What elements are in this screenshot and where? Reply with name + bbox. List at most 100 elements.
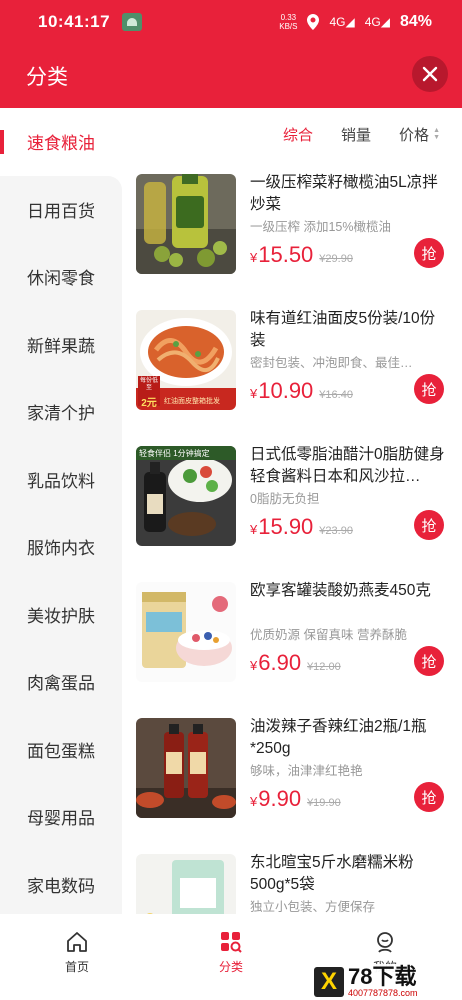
signal-label: 4G	[364, 15, 381, 29]
price-value: 15.90	[258, 514, 314, 539]
status-right: 0.33 KB/S 4G◢ 4G◢ 84%	[279, 13, 446, 31]
category-sidebar: 速食粮油 日用百货 休闲零食 新鲜果蔬 家清个护 乳品饮料 服饰内衣 美妆护肤 …	[0, 108, 122, 918]
watermark-logo: X	[314, 967, 344, 997]
price-currency: ¥	[250, 794, 258, 809]
product-image-yogurt-oats	[136, 582, 236, 682]
sidebar-item-baby[interactable]: 母婴用品	[0, 783, 122, 851]
product-image-dressing: 轻食伴侣 1分钟搞定	[136, 446, 236, 546]
product-subtitle: 独立小包装、方便保存	[250, 900, 376, 914]
sidebar-item-label: 面包蛋糕	[27, 741, 95, 761]
close-button[interactable]	[412, 56, 448, 92]
price-currency: ¥	[250, 386, 258, 401]
sidebar-item-label: 休闲零食	[27, 269, 95, 289]
grab-button[interactable]: 抢	[414, 238, 444, 268]
status-time: 10:41:17	[38, 12, 111, 31]
sort-arrows-icon: ▲ ▼	[433, 127, 440, 141]
sidebar-item-electronics[interactable]: 家电数码	[0, 850, 122, 918]
sort-price[interactable]: 价格 ▲ ▼	[399, 124, 440, 145]
product-subtitle: 够味，油津津红艳艳	[250, 764, 363, 778]
sidebar-item-instant-food[interactable]: 速食粮油	[0, 108, 122, 176]
product-item[interactable]: 轻食伴侣 1分钟搞定 日式低零脂油醋汁0脂肪健身轻食酱料日本和风沙拉… 0脂肪无…	[122, 432, 462, 568]
product-item[interactable]: 欧享客罐装酸奶燕麦450克 优质奶源 保留真味 营养酥脆 ¥ 6.90 ¥12.…	[122, 568, 462, 704]
product-subtitle: 密封包装、冲泡即食、最佳…	[250, 356, 413, 370]
price-value: 10.90	[258, 378, 314, 403]
price-currency: ¥	[250, 522, 258, 537]
tab-category[interactable]: 分类	[171, 930, 291, 1000]
product-item[interactable]: 每份低至 2元 红油面皮整箱批发 味有道红油面皮5份装/10份装 密封包装、冲泡…	[122, 296, 462, 432]
sidebar-item-apparel[interactable]: 服饰内衣	[0, 513, 122, 581]
thumb-tag: 每份低至	[139, 378, 158, 391]
grab-button[interactable]: 抢	[414, 374, 444, 404]
product-price: ¥ 10.90 ¥16.40	[250, 378, 353, 404]
product-name: 一级压榨菜籽橄榄油5L凉拌炒菜	[250, 174, 438, 213]
original-price: ¥16.40	[319, 389, 353, 401]
tab-home[interactable]: 首页	[17, 930, 137, 1000]
product-price: ¥ 15.50 ¥29.90	[250, 242, 353, 268]
sidebar-item-bakery[interactable]: 面包蛋糕	[0, 715, 122, 783]
product-subtitle: 一级压榨 添加15%橄榄油	[250, 220, 391, 234]
page-title: 分类	[26, 66, 68, 89]
sidebar-item-label: 家清个护	[27, 404, 95, 424]
product-name: 油泼辣子香辣红油2瓶/1瓶*250g	[250, 718, 427, 757]
grab-button[interactable]: 抢	[414, 782, 444, 812]
sidebar-item-home-care[interactable]: 家清个护	[0, 378, 122, 446]
grab-button[interactable]: 抢	[414, 510, 444, 540]
status-bar: 10:41:17 0.33 KB/S 4G◢ 4G◢ 84%	[0, 0, 462, 44]
android-icon	[122, 13, 143, 31]
price-currency: ¥	[250, 658, 258, 673]
grab-button[interactable]: 抢	[414, 646, 444, 676]
thumb-tag: 2元	[141, 398, 157, 409]
network-speed: 0.33 KB/S	[279, 13, 297, 31]
product-item[interactable]: 东北暄宝5斤水磨糯米粉500g*5袋 独立小包装、方便保存	[122, 840, 462, 914]
price-value: 15.50	[258, 242, 314, 267]
price-value: 9.90	[258, 786, 302, 811]
product-image-olive-oil	[136, 174, 236, 274]
sort-price-label: 价格	[399, 126, 430, 144]
watermark-name: 78下载	[348, 964, 417, 989]
product-item[interactable]: 一级压榨菜籽橄榄油5L凉拌炒菜 一级压榨 添加15%橄榄油 ¥ 15.50 ¥2…	[122, 160, 462, 296]
price-currency: ¥	[250, 250, 258, 265]
sidebar-item-daily-goods[interactable]: 日用百货	[0, 175, 122, 243]
original-price: ¥19.90	[307, 797, 341, 809]
watermark-url: 4007787878.com	[348, 988, 418, 998]
original-price: ¥23.90	[319, 525, 353, 537]
original-price: ¥12.00	[307, 661, 341, 673]
product-image-chili-oil	[136, 718, 236, 818]
product-item[interactable]: 油泼辣子香辣红油2瓶/1瓶*250g 够味，油津津红艳艳 ¥ 9.90 ¥19.…	[122, 704, 462, 840]
category-icon	[221, 932, 242, 953]
sort-bar: 综合 销量 价格 ▲ ▼	[122, 108, 462, 160]
home-icon	[67, 932, 87, 952]
sidebar-item-label: 速食粮油	[27, 134, 95, 154]
signal-4g-2: 4G◢	[364, 15, 390, 29]
sidebar-item-label: 乳品饮料	[27, 471, 95, 491]
sidebar-item-snacks[interactable]: 休闲零食	[0, 243, 122, 311]
sidebar-item-label: 家电数码	[27, 876, 95, 896]
sort-comprehensive[interactable]: 综合	[283, 124, 313, 145]
sidebar-item-label: 服饰内衣	[27, 539, 95, 559]
product-price: ¥ 6.90 ¥12.00	[250, 650, 341, 676]
sidebar-item-label: 美妆护肤	[27, 606, 95, 626]
signal-label: 4G	[329, 15, 346, 29]
close-icon	[422, 66, 438, 82]
product-name: 东北暄宝5斤水磨糯米粉500g*5袋	[250, 854, 414, 893]
sidebar-item-dairy-drinks[interactable]: 乳品饮料	[0, 445, 122, 513]
sidebar-item-beauty[interactable]: 美妆护肤	[0, 580, 122, 648]
thumb-banner: 轻食伴侣 1分钟搞定	[139, 449, 210, 458]
price-value: 6.90	[258, 650, 302, 675]
product-image-rice-flour	[136, 854, 236, 914]
battery-level: 84%	[399, 13, 432, 30]
sort-sales[interactable]: 销量	[341, 124, 371, 145]
product-name: 日式低零脂油醋汁0脂肪健身轻食酱料日本和风沙拉…	[250, 446, 445, 485]
sidebar-item-label: 肉禽蛋品	[27, 674, 95, 694]
tab-label: 首页	[64, 960, 89, 974]
product-price: ¥ 15.90 ¥23.90	[250, 514, 353, 540]
sidebar-item-meat-eggs[interactable]: 肉禽蛋品	[0, 648, 122, 716]
profile-icon	[377, 932, 393, 953]
sidebar-item-label: 日用百货	[27, 201, 95, 221]
watermark: X 78下载 4007787878.com	[310, 964, 460, 1000]
sidebar-item-fresh-produce[interactable]: 新鲜果蔬	[0, 310, 122, 378]
location-icon	[307, 14, 320, 30]
tab-label: 分类	[218, 960, 243, 974]
network-speed-unit: KB/S	[279, 22, 298, 31]
network-speed-value: 0.33	[280, 13, 297, 22]
